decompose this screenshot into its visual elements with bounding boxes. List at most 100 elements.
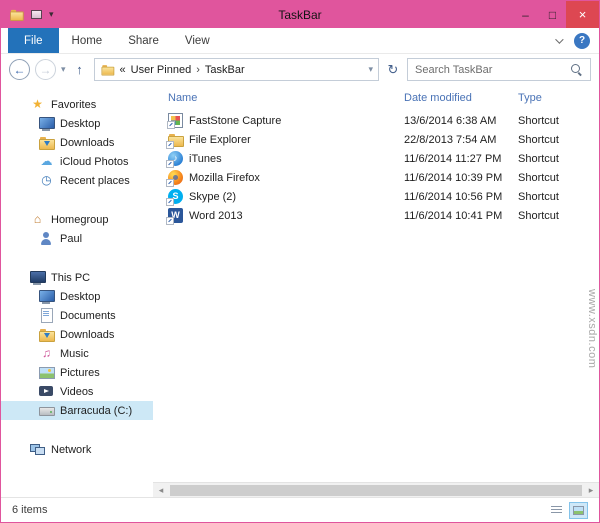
sidebar-item-label: Pictures [60,366,100,379]
large-icons-view-button[interactable] [569,501,588,519]
close-button[interactable]: × [566,1,599,28]
file-row[interactable]: FastStone Capture 13/6/2014 6:38 AM Shor… [153,111,599,130]
downloads-folder-icon [39,135,55,150]
tab-share[interactable]: Share [115,28,172,53]
column-header-name[interactable]: Name [168,92,404,104]
sidebar-item-label: Downloads [60,136,115,149]
network-icon [30,442,45,457]
sidebar-item-label: Downloads [60,328,115,341]
sidebar-item-icloud-photos[interactable]: ☁ iCloud Photos [1,152,153,171]
sidebar-item-label: Barracuda (C:) [60,404,133,417]
download-arrow-icon [44,333,50,338]
forward-button[interactable]: → [35,59,56,80]
watermark: www.xsdn.com [586,289,598,369]
item-count: 6 items [12,504,48,516]
file-row[interactable]: File Explorer 22/8/2013 7:54 AM Shortcut [153,130,599,149]
search-input[interactable] [415,63,566,76]
back-button[interactable]: ← [9,59,30,80]
column-header-type[interactable]: Type [518,92,599,104]
sidebar-item-recent-places[interactable]: ◷ Recent places [1,171,153,190]
sidebar-group-homegroup[interactable]: ⌂ Homegroup [1,210,153,229]
desktop-icon [39,116,55,131]
tab-view[interactable]: View [172,28,223,53]
details-view-button[interactable] [547,502,566,519]
sidebar-item-downloads[interactable]: Downloads [1,133,153,152]
shortcut-overlay-icon [167,218,173,224]
favorites-star-icon: ★ [32,97,43,111]
tab-file[interactable]: File [8,28,59,53]
file-date: 22/8/2013 7:54 AM [404,133,497,146]
address-bar[interactable]: « User Pinned › TaskBar ▾ [93,58,379,81]
file-name: Skype (2) [189,190,237,203]
tab-home[interactable]: Home [59,28,116,53]
column-header-date-modified[interactable]: Date modified [404,92,518,104]
file-date: 11/6/2014 11:27 PM [404,152,502,165]
sidebar-item-label: Recent places [60,174,130,187]
breadcrumb-user-pinned[interactable]: User Pinned [131,64,192,76]
sidebar-group-label: Homegroup [51,213,109,226]
recent-locations-caret-icon[interactable]: ▾ [61,64,66,75]
sidebar-item-barracuda-c[interactable]: Barracuda (C:) [1,401,153,420]
scrollbar-thumb[interactable] [170,484,582,496]
sidebar-group-favorites[interactable]: ★ Favorites [1,95,153,114]
sidebar-item-label: Desktop [60,117,101,130]
itunes-icon: ♪ [167,151,183,167]
file-row[interactable]: ♪ iTunes 11/6/2014 11:27 PM Shortcut [153,149,599,168]
status-bar: 6 items [1,497,599,522]
file-explorer-icon [167,132,184,148]
sidebar-item-label: Videos [60,385,94,398]
file-row[interactable]: S Skype (2) 11/6/2014 10:56 PM Shortcut [153,187,599,206]
minimize-button[interactable]: – [512,1,539,28]
sidebar-item-desktop[interactable]: Desktop [1,114,153,133]
breadcrumb-overflow[interactable]: « [120,64,126,76]
breadcrumb-taskbar[interactable]: TaskBar [205,64,245,76]
horizontal-scrollbar[interactable]: ◂ ▸ [153,482,599,497]
explorer-window: ▾ TaskBar – □ × File Home Share View ? ←… [0,0,600,523]
up-one-level-button[interactable]: ↑ [71,62,89,77]
scroll-left-arrow-icon[interactable]: ◂ [153,483,169,498]
sidebar-item-music[interactable]: ♫ Music [1,344,153,363]
maximize-button[interactable]: □ [539,1,566,28]
file-date: 11/6/2014 10:39 PM [404,171,503,184]
sidebar-item-label: Paul [60,232,83,245]
sidebar-item-pictures[interactable]: Pictures [1,363,153,382]
scroll-right-arrow-icon[interactable]: ▸ [583,483,599,498]
file-row[interactable]: W Word 2013 11/6/2014 10:41 PM Shortcut [153,206,599,225]
faststone-capture-icon [168,113,183,128]
file-type: Shortcut [518,190,559,203]
expand-ribbon-chevron-icon[interactable] [555,34,564,44]
file-row[interactable]: Mozilla Firefox 11/6/2014 10:39 PM Short… [153,168,599,187]
shortcut-overlay-icon [167,199,173,205]
help-icon[interactable]: ? [574,32,590,49]
sidebar-item-label: Music [60,347,89,360]
homegroup-house-icon: ⌂ [33,212,42,226]
sidebar-item-downloads-pc[interactable]: Downloads [1,325,153,344]
address-caret-down-icon[interactable]: ▾ [368,64,373,75]
qat-properties-icon[interactable] [31,10,42,19]
file-name: File Explorer [189,133,251,146]
sidebar-group-label: This PC [51,271,91,284]
search-box[interactable] [407,58,591,81]
download-arrow-icon [44,141,50,146]
file-name: iTunes [189,152,222,165]
breadcrumb-separator-icon: › [196,63,200,76]
shortcut-overlay-icon [167,161,173,167]
sidebar-item-paul[interactable]: Paul [1,229,153,248]
sidebar-item-label: Documents [60,309,116,322]
ribbon-tools: ? [555,28,590,53]
sidebar-item-documents[interactable]: Documents [1,306,153,325]
file-type: Shortcut [518,209,559,222]
sidebar-group-network[interactable]: Network [1,440,153,459]
sidebar-item-desktop-pc[interactable]: Desktop [1,287,153,306]
firefox-icon [167,170,183,186]
column-headers: Name Date modified Type [153,85,599,111]
sidebar-group-this-pc[interactable]: This PC [1,268,153,287]
app-icon[interactable] [10,8,24,21]
sidebar-item-videos[interactable]: Videos [1,382,153,401]
qat-caret-down-icon[interactable]: ▾ [49,9,54,20]
refresh-button[interactable]: ↻ [384,62,402,78]
view-toggle-buttons [547,501,588,519]
user-icon [39,231,54,246]
titlebar[interactable]: ▾ TaskBar – □ × [1,1,599,28]
cloud-icon: ☁ [40,154,53,168]
